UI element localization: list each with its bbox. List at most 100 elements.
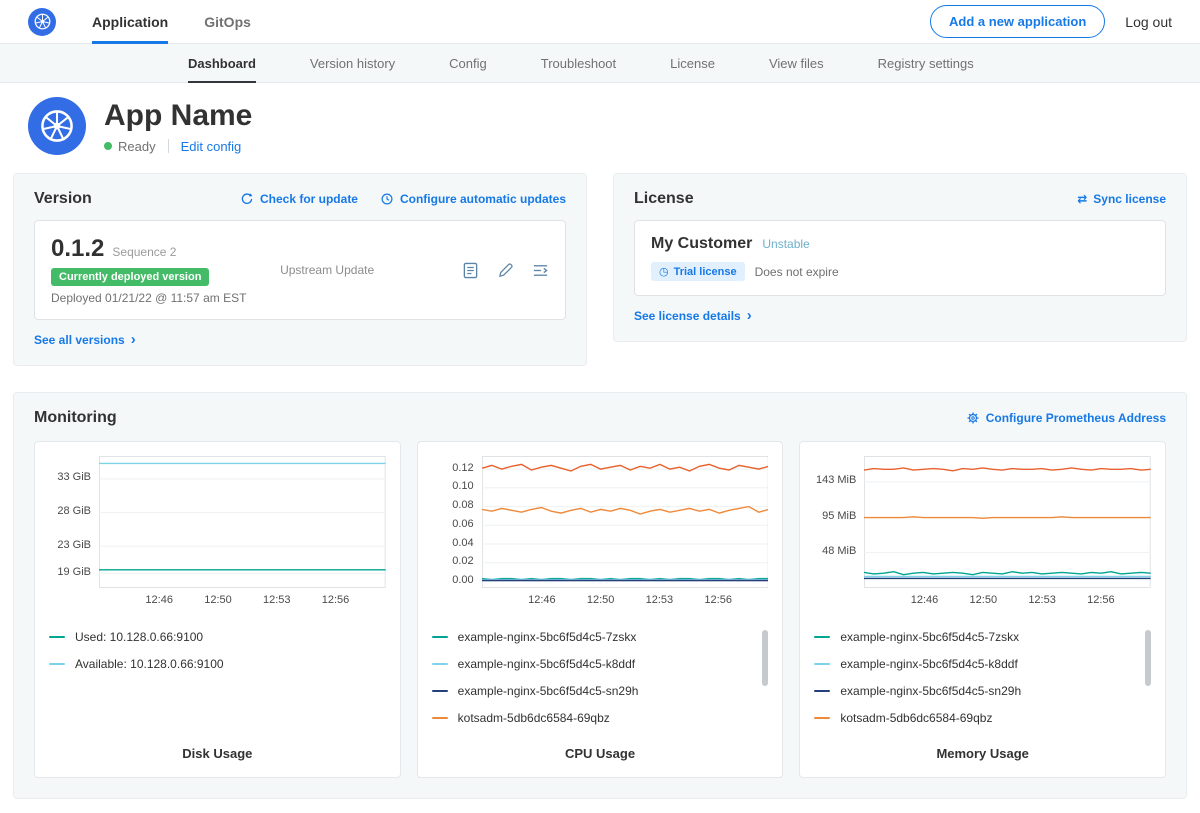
kubernetes-wheel-icon: [38, 107, 76, 145]
y-axis-tick: 143 MiB: [816, 474, 856, 486]
legend-color-dash: [49, 636, 65, 638]
deployed-timestamp: Deployed 01/21/22 @ 11:57 am EST: [51, 291, 280, 305]
legend-item: Available: 10.128.0.66:9100: [49, 651, 374, 678]
subnav-config[interactable]: Config: [449, 44, 487, 83]
ready-status-dot: [104, 142, 112, 150]
configure-prometheus-label: Configure Prometheus Address: [986, 411, 1166, 425]
legend-color-dash: [432, 717, 448, 719]
legend-scrollbar[interactable]: [762, 626, 768, 730]
see-license-details-link[interactable]: See license details ›: [634, 308, 752, 323]
legend-color-dash: [814, 636, 830, 638]
legend-label: example-nginx-5bc6f5d4c5-sn29h: [840, 684, 1021, 698]
legend-color-dash: [432, 690, 448, 692]
legend-scrollbar[interactable]: [1145, 626, 1151, 730]
legend-color-dash: [814, 663, 830, 665]
scrollbar-thumb[interactable]: [1145, 630, 1151, 686]
memory-usage-chart: [864, 456, 1151, 588]
expiration-text: Does not expire: [755, 265, 839, 279]
legend-item: example-nginx-5bc6f5d4c5-k8ddf: [814, 651, 1139, 678]
x-axis-tick: 12:53: [263, 594, 291, 606]
version-number: 0.1.2: [51, 235, 104, 263]
release-notes-icon[interactable]: [462, 262, 479, 279]
x-axis-tick: 12:53: [646, 594, 674, 606]
see-all-versions-link[interactable]: See all versions ›: [34, 332, 136, 347]
y-axis-tick: 95 MiB: [822, 510, 856, 522]
chevron-right-icon: ›: [131, 332, 136, 347]
legend-item: kotsadm-5db6dc6584-69qbz: [432, 705, 757, 732]
disk-chart-title: Disk Usage: [49, 732, 386, 761]
top-nav: Application GitOps Add a new application…: [0, 0, 1200, 44]
legend-label: example-nginx-5bc6f5d4c5-sn29h: [458, 684, 639, 698]
legend-label: Available: 10.128.0.66:9100: [75, 657, 224, 671]
sync-arrows-icon: ⇄: [1077, 192, 1087, 206]
disk-legend: Used: 10.128.0.66:9100 Available: 10.128.…: [49, 624, 386, 732]
sub-nav: Dashboard Version history Config Trouble…: [0, 44, 1200, 83]
see-all-versions-label: See all versions: [34, 333, 125, 347]
channel-label: Unstable: [762, 237, 809, 251]
y-axis-tick: 0.12: [452, 462, 473, 474]
edit-config-link[interactable]: Edit config: [181, 139, 242, 154]
y-axis-tick: 48 MiB: [822, 545, 856, 557]
divider: [168, 139, 169, 153]
y-axis-tick: 19 GiB: [57, 566, 91, 578]
x-axis-tick: 12:50: [587, 594, 615, 606]
disk-y-axis: 19 GiB23 GiB28 GiB33 GiB: [49, 456, 99, 588]
cpu-x-axis: 12:46 12:50 12:53 12:56: [482, 594, 769, 610]
y-axis-tick: 33 GiB: [57, 471, 91, 483]
legend-label: Used: 10.128.0.66:9100: [75, 630, 203, 644]
cpu-usage-chart: [482, 456, 769, 588]
kubernetes-logo-icon[interactable]: [28, 8, 56, 36]
version-card-title: Version: [34, 190, 92, 208]
deployed-version-badge: Currently deployed version: [51, 268, 209, 286]
license-card-title: License: [634, 190, 694, 208]
memory-chart-title: Memory Usage: [814, 732, 1151, 761]
edit-config-icon[interactable]: [497, 262, 514, 279]
topnav-right: Add a new application Log out: [930, 5, 1172, 38]
legend-color-dash: [432, 636, 448, 638]
x-axis-tick: 12:56: [704, 594, 732, 606]
legend-color-dash: [49, 663, 65, 665]
chevron-right-icon: ›: [747, 308, 752, 323]
x-axis-tick: 12:46: [528, 594, 556, 606]
memory-y-axis: 48 MiB 95 MiB 143 MiB: [814, 456, 864, 588]
gear-icon: [966, 411, 980, 425]
legend-item: kotsadm-5db6dc6584-69qbz: [814, 705, 1139, 732]
subnav-license[interactable]: License: [670, 44, 715, 83]
legend-label: example-nginx-5bc6f5d4c5-k8ddf: [840, 657, 1017, 671]
subnav-registry-settings[interactable]: Registry settings: [878, 44, 974, 83]
configure-automatic-updates-link[interactable]: Configure automatic updates: [380, 192, 566, 206]
tab-gitops[interactable]: GitOps: [204, 0, 251, 44]
customer-name: My Customer: [651, 235, 752, 253]
trial-license-badge: ◷ Trial license: [651, 262, 745, 281]
cpu-legend: example-nginx-5bc6f5d4c5-7zskx example-ng…: [432, 624, 769, 732]
add-application-button[interactable]: Add a new application: [930, 5, 1105, 38]
main-content: Version Check for update: [0, 173, 1200, 813]
tab-application[interactable]: Application: [92, 0, 168, 44]
check-for-update-label: Check for update: [260, 192, 358, 206]
subnav-dashboard[interactable]: Dashboard: [188, 44, 256, 83]
legend-item: example-nginx-5bc6f5d4c5-7zskx: [432, 624, 757, 651]
subnav-troubleshoot[interactable]: Troubleshoot: [541, 44, 616, 83]
view-diff-icon[interactable]: [532, 262, 549, 279]
x-axis-tick: 12:50: [970, 594, 998, 606]
legend-item: Used: 10.128.0.66:9100: [49, 624, 374, 651]
check-for-update-link[interactable]: Check for update: [240, 192, 358, 206]
page-title: App Name: [104, 99, 252, 132]
memory-x-axis: 12:4612:5012:5312:56: [864, 594, 1151, 610]
configure-prometheus-link[interactable]: Configure Prometheus Address: [966, 411, 1166, 425]
legend-label: example-nginx-5bc6f5d4c5-k8ddf: [458, 657, 635, 671]
subnav-version-history[interactable]: Version history: [310, 44, 395, 83]
y-axis-tick: 0.02: [452, 555, 473, 567]
y-axis-tick: 0.10: [452, 480, 473, 492]
x-axis-tick: 12:56: [1087, 594, 1115, 606]
logout-link[interactable]: Log out: [1125, 14, 1172, 30]
sync-license-link[interactable]: ⇄ Sync license: [1077, 192, 1166, 206]
subnav-view-files[interactable]: View files: [769, 44, 824, 83]
x-axis-tick: 12:53: [1028, 594, 1056, 606]
clock-arrow-icon: [380, 192, 394, 206]
app-header: App Name Ready Edit config: [0, 83, 1200, 173]
disk-x-axis: 12:4612:5012:5312:56: [99, 594, 386, 610]
scrollbar-thumb[interactable]: [762, 630, 768, 686]
status-text: Ready: [118, 139, 156, 154]
legend-color-dash: [814, 690, 830, 692]
